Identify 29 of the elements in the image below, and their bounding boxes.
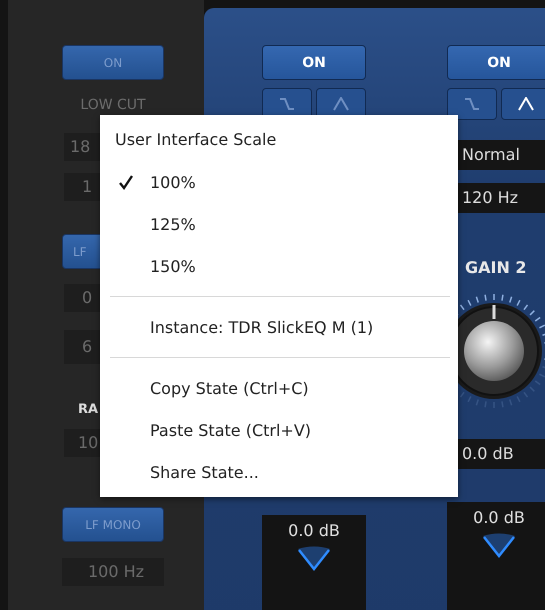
bell-filter-button[interactable]: [501, 88, 545, 120]
shelf-curve-icon: [279, 97, 295, 111]
shelf-curve-icon: [464, 97, 480, 111]
triangle-icon: [296, 546, 332, 572]
menu-item-label: 100%: [150, 172, 196, 192]
menu-item[interactable]: Share State...: [100, 451, 458, 493]
menu-item[interactable]: Instance: TDR SlickEQ M (1): [100, 306, 458, 348]
peak-curve-icon: [518, 97, 534, 111]
output-value: 0.0 dB: [288, 521, 340, 540]
output-value: 0.0 dB: [473, 508, 525, 527]
section-label: LOW CUT: [80, 97, 146, 113]
menu-item[interactable]: Copy State (Ctrl+C): [100, 367, 458, 409]
menu-item[interactable]: 100%: [100, 161, 458, 203]
on-button[interactable]: ON: [262, 45, 366, 80]
mode-field[interactable]: Normal: [456, 140, 545, 170]
gain-field[interactable]: 0.0 dB: [456, 439, 545, 469]
on-button[interactable]: ON: [447, 45, 545, 80]
gain-label: GAIN 2: [465, 258, 527, 277]
menu-item[interactable]: 125%: [100, 203, 458, 245]
triangle-icon: [481, 533, 517, 559]
menu-item-label: 150%: [150, 256, 196, 276]
menu-item[interactable]: Paste State (Ctrl+V): [100, 409, 458, 451]
frequency-field[interactable]: 120 Hz: [456, 183, 545, 213]
menu-title: User Interface Scale: [114, 129, 278, 151]
shelf-filter-button[interactable]: [447, 88, 497, 120]
menu-item[interactable]: 150%: [100, 245, 458, 287]
section-label: RA: [78, 402, 98, 417]
peak-curve-icon: [333, 97, 349, 111]
menu-item-label: 125%: [150, 214, 196, 234]
